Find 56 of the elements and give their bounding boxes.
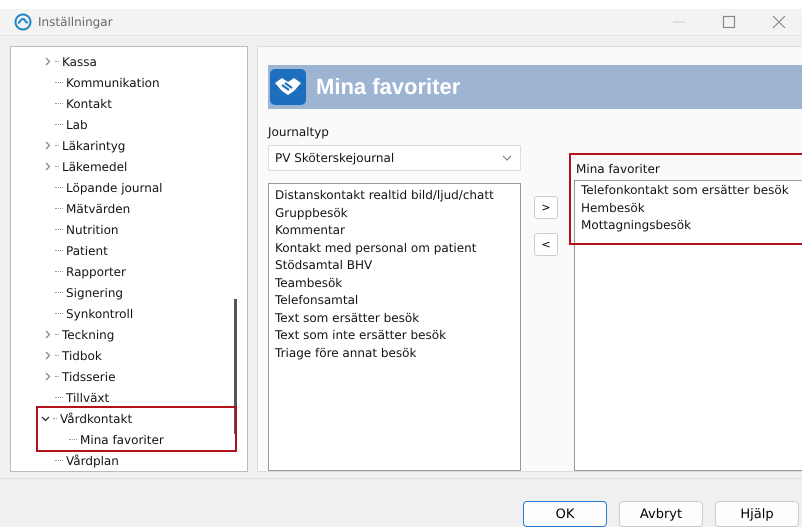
list-item[interactable]: Hembesök bbox=[581, 200, 796, 218]
tree-item[interactable]: Läkemedel bbox=[62, 160, 128, 174]
tree-item[interactable]: Kommunikation bbox=[66, 76, 160, 90]
list-item[interactable]: Triage före annat besök bbox=[275, 346, 514, 363]
tree-item[interactable]: Tidbok bbox=[62, 348, 102, 362]
tree-item[interactable]: Synkontroll bbox=[66, 306, 134, 320]
journaltyp-label: Journaltyp bbox=[268, 125, 330, 141]
chevron-right-icon[interactable] bbox=[43, 57, 52, 66]
chevron-right-icon[interactable] bbox=[43, 162, 52, 171]
scrollbar-thumb[interactable] bbox=[234, 299, 237, 434]
tree-item[interactable]: Signering bbox=[66, 286, 124, 300]
chevron-right-icon[interactable] bbox=[43, 351, 52, 360]
close-icon[interactable] bbox=[772, 15, 786, 30]
list-item[interactable]: Kommentar bbox=[275, 223, 514, 240]
panel-title: Mina favoriter bbox=[316, 74, 460, 100]
tree-item[interactable]: Läkarintyg bbox=[62, 138, 126, 152]
list-item[interactable]: Teambesök bbox=[275, 276, 514, 293]
tree-item[interactable]: Patient bbox=[66, 244, 108, 258]
dialog-button[interactable]: OK bbox=[523, 501, 607, 527]
tree-item[interactable]: Rapporter bbox=[66, 264, 126, 278]
list-item[interactable]: Gruppbesök bbox=[275, 206, 514, 223]
tree-item[interactable]: Kassa bbox=[62, 54, 97, 68]
tree-item[interactable]: Löpande journal bbox=[66, 180, 163, 194]
app-logo-icon bbox=[14, 13, 32, 32]
list-item[interactable]: Telefonkontakt som ersätter besök bbox=[581, 183, 796, 200]
move-button[interactable]: < bbox=[534, 233, 558, 256]
chevron-down-icon bbox=[502, 155, 512, 161]
tree-item[interactable]: Lab bbox=[66, 118, 88, 132]
tree-item[interactable]: Tillväxt bbox=[66, 390, 110, 404]
dialog-button[interactable]: Hjälp bbox=[715, 501, 799, 527]
move-button[interactable]: > bbox=[534, 196, 558, 219]
list-item[interactable]: Telefonsamtal bbox=[275, 293, 514, 310]
list-item[interactable]: Distanskontakt realtid bild/ljud/chatt bbox=[275, 188, 514, 206]
list-item[interactable]: Stödsamtal BHV bbox=[275, 258, 514, 276]
favorites-label: Mina favoriter bbox=[575, 162, 661, 178]
list-item[interactable]: Kontakt med personal om patient bbox=[275, 240, 514, 258]
tree-item[interactable]: Mina favoriter bbox=[80, 432, 164, 446]
tree-item[interactable]: Vårdplan bbox=[66, 454, 119, 468]
chevron-right-icon[interactable] bbox=[43, 141, 52, 150]
dialog-button[interactable]: Avbryt bbox=[619, 501, 703, 527]
tree-item[interactable]: Mätvärden bbox=[66, 202, 130, 216]
handshake-icon bbox=[270, 69, 306, 105]
chevron-right-icon[interactable] bbox=[43, 330, 52, 339]
tree-item[interactable]: Vårdkontakt bbox=[60, 412, 132, 426]
list-item[interactable]: Text som inte ersätter besök bbox=[275, 328, 514, 346]
tree-item[interactable]: Teckning bbox=[62, 328, 114, 342]
tree-item[interactable]: Nutrition bbox=[66, 222, 119, 236]
tree-item[interactable]: Kontakt bbox=[66, 96, 112, 110]
journaltyp-dropdown[interactable]: PV Sköterskejournal bbox=[268, 145, 521, 171]
chevron-right-icon[interactable] bbox=[43, 372, 52, 381]
maximize-icon[interactable] bbox=[722, 15, 736, 30]
window-title: Inställningar bbox=[38, 15, 113, 30]
tree-item[interactable]: Tidsserie bbox=[62, 370, 116, 384]
list-item[interactable]: Mottagningsbesök bbox=[581, 218, 796, 236]
list-item[interactable]: Text som ersätter besök bbox=[275, 310, 514, 328]
chevron-down-icon[interactable] bbox=[41, 414, 50, 423]
